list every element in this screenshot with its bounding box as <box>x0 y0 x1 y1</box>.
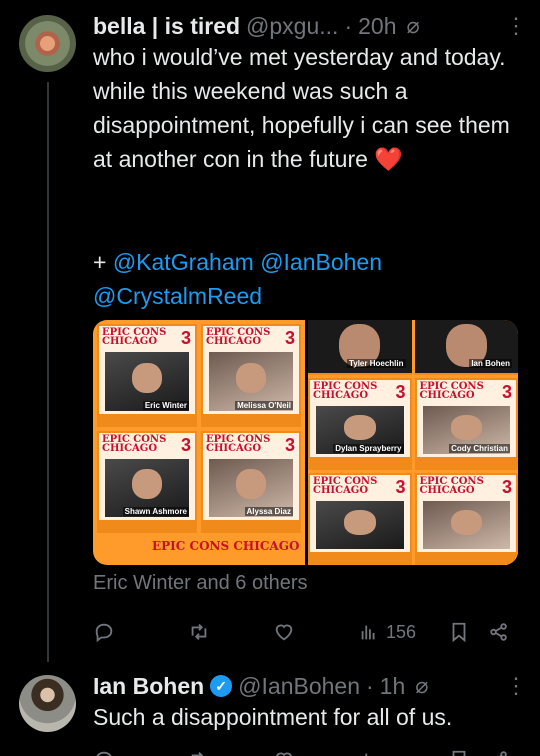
reply-icon <box>95 623 113 643</box>
guest-name: Shawn Ashmore <box>122 507 189 516</box>
guest-photo <box>316 501 404 549</box>
guest-name: Dylan Sprayberry <box>333 444 404 453</box>
like-icon <box>275 624 293 641</box>
brand-number: 3 <box>501 382 512 402</box>
timestamp[interactable]: 1h <box>380 673 406 700</box>
mention-link[interactable]: @CrystalmReed <box>93 283 262 309</box>
retweet-icon <box>191 624 207 640</box>
like-icon <box>276 752 292 756</box>
share-button[interactable] <box>488 742 510 756</box>
like-button[interactable] <box>273 614 295 650</box>
guest-card: EPIC CONS CHICAGO 3 Cody Christian <box>414 378 518 470</box>
guest-card: EPIC CONS CHICAGO 3 <box>414 473 518 565</box>
tweet-body: who i would’ve met yesterday and today. … <box>93 44 510 172</box>
retweet-button[interactable] <box>188 614 210 650</box>
share-button[interactable] <box>488 614 510 650</box>
share-icon <box>499 751 507 756</box>
guest-photo <box>422 501 510 549</box>
reply-button[interactable] <box>93 742 115 756</box>
brand-number: 3 <box>395 382 406 402</box>
like-button[interactable] <box>273 742 295 756</box>
guest-name: Melissa O'Neil <box>235 400 293 410</box>
media-gallery[interactable]: EPIC CONS CHICAGO 3 Eric Winter EPIC CON… <box>93 320 518 565</box>
muted-icon: ⌀ <box>415 673 429 698</box>
timestamp[interactable]: 20h <box>358 13 396 40</box>
tweet-text: Such a disappointment for all of us. <box>93 704 453 730</box>
avatar[interactable] <box>19 675 76 732</box>
bookmark-button[interactable] <box>448 614 470 650</box>
guest-card: EPIC CONS CHICAGO 3 Dylan Sprayberry <box>308 378 412 470</box>
views-button[interactable] <box>358 742 380 756</box>
retweet-button[interactable] <box>188 742 210 756</box>
views-count: 156 <box>386 621 417 642</box>
guest-card: EPIC CONS CHICAGO 3 Melissa O'Neil <box>201 324 301 427</box>
guest-card: Ian Bohen <box>414 320 518 375</box>
views-icon <box>365 753 368 756</box>
bookmark-icon <box>452 622 466 643</box>
separator-dot: · <box>344 12 353 39</box>
bookmark-icon <box>452 750 466 756</box>
guest-card: Tyler Hoechlin <box>308 320 412 375</box>
display-name[interactable]: Ian Bohen <box>93 673 204 700</box>
guest-name: Ian Bohen <box>469 359 512 368</box>
media-image-right[interactable]: Tyler Hoechlin Ian Bohen EPIC CONS CHICA… <box>308 320 518 565</box>
separator-dot: · <box>366 672 374 699</box>
verified-icon: ✓ <box>210 675 233 697</box>
views-icon <box>361 625 375 640</box>
guest-name: Eric Winter <box>142 400 189 410</box>
thread-connector-line <box>47 82 49 662</box>
media-image-left[interactable]: EPIC CONS CHICAGO 3 Eric Winter EPIC CON… <box>93 320 305 565</box>
brand-number: 3 <box>284 328 295 348</box>
user-handle[interactable]: @pxgu... <box>246 13 338 40</box>
guest-card: EPIC CONS CHICAGO 3 Shawn Ashmore <box>97 430 197 533</box>
brand-number: 3 <box>284 434 295 455</box>
reply-button[interactable] <box>93 614 115 650</box>
guest-name: Alyssa Diaz <box>244 507 293 516</box>
more-icon[interactable]: ⋮ <box>505 15 527 37</box>
muted-icon: ⌀ <box>406 13 420 38</box>
brand-label: EPIC CONS CHICAGO <box>152 539 300 553</box>
retweet-icon <box>191 752 204 756</box>
avatar[interactable] <box>19 15 76 72</box>
share-icon <box>490 623 507 641</box>
heart-emoji: ❤️ <box>374 146 403 172</box>
brand-number: 3 <box>180 328 191 348</box>
brand-band: EPIC CONS CHICAGO <box>97 537 301 561</box>
tagged-users-link[interactable]: Eric Winter and 6 others <box>93 572 308 595</box>
mention-link[interactable]: @KatGraham <box>113 249 254 275</box>
more-icon[interactable]: ⋮ <box>505 675 527 697</box>
guest-name: Tyler Hoechlin <box>346 359 406 368</box>
mentions: + @KatGraham @IanBohen @CrystalmReed <box>93 245 523 313</box>
display-name[interactable]: bella | is tired <box>93 13 240 40</box>
tweet-actions: 156 <box>93 614 518 650</box>
brand-number: 3 <box>395 477 406 497</box>
views-button[interactable]: 156 <box>358 614 416 650</box>
guest-name: Cody Christian <box>449 444 510 453</box>
tweet-header: Ian Bohen ✓ @IanBohen · 1h ⌀ <box>93 668 429 704</box>
reply-icon <box>96 751 112 756</box>
bookmark-button[interactable] <box>448 742 470 756</box>
brand-number: 3 <box>180 434 191 455</box>
guest-card: EPIC CONS CHICAGO 3 <box>308 473 412 565</box>
user-handle[interactable]: @IanBohen <box>238 673 360 700</box>
tweet-text: who i would’ve met yesterday and today. … <box>93 40 523 176</box>
plus-sign: + <box>93 249 113 275</box>
tweet-actions <box>93 742 518 756</box>
brand-number: 3 <box>501 477 512 497</box>
guest-card: EPIC CONS CHICAGO 3 Eric Winter <box>97 324 197 427</box>
tweet-header: bella | is tired @pxgu... · 20h ⌀ <box>93 8 420 44</box>
mention-link[interactable]: @IanBohen <box>260 249 382 275</box>
guest-card: EPIC CONS CHICAGO 3 Alyssa Diaz <box>201 430 301 533</box>
